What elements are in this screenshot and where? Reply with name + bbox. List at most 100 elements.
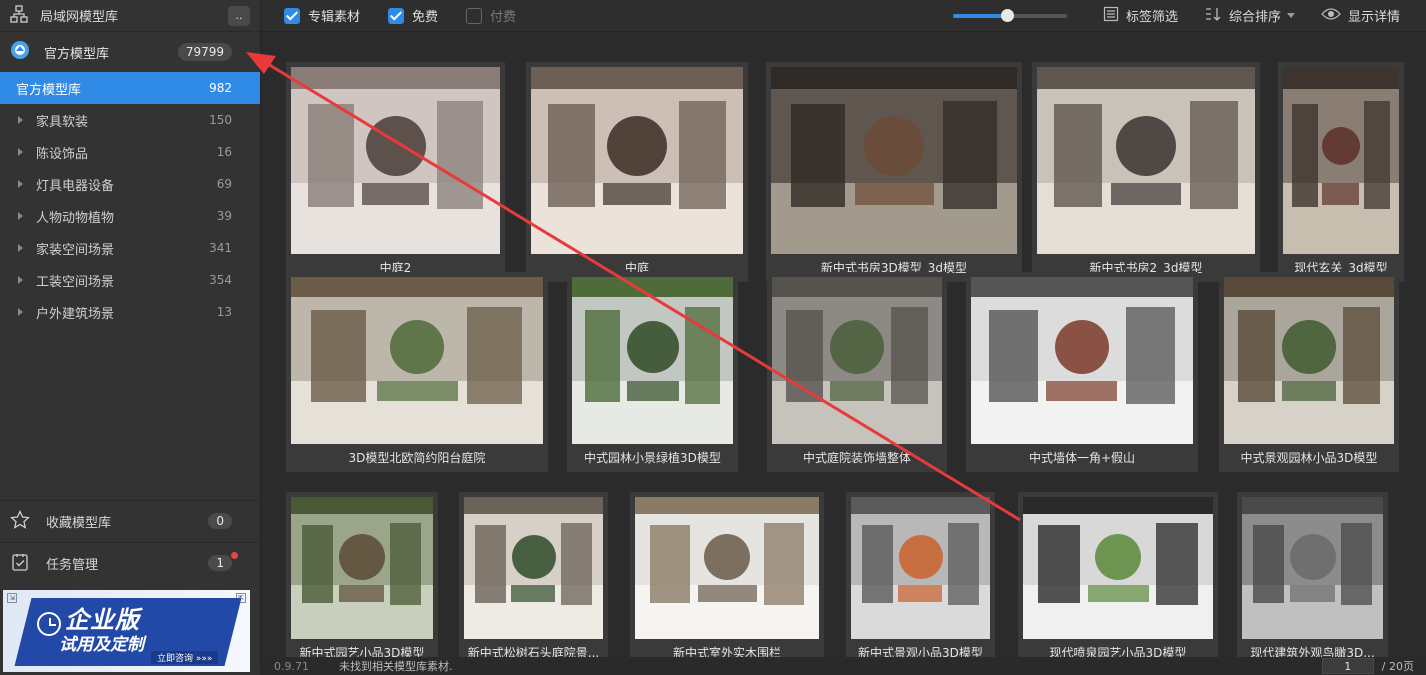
tree-item-label: 官方模型库 [16, 82, 82, 98]
model-card[interactable]: 中式墙体一角+假山 [966, 272, 1198, 472]
tree-item-furniture[interactable]: 家具软装 150 [0, 104, 260, 136]
model-card[interactable]: 3D模型北欧简约阳台庭院 [286, 272, 548, 472]
caret-right-icon[interactable] [18, 276, 23, 284]
tree-item-count: 354 [209, 273, 232, 287]
tree-item-home-scenes[interactable]: 家装空间场景 341 [0, 232, 260, 264]
model-card[interactable]: 中式景观园林小品3D模型 [1219, 272, 1399, 472]
model-thumbnail[interactable] [851, 497, 990, 639]
model-thumbnail[interactable] [464, 497, 603, 639]
tasks-badge: 1 [208, 552, 238, 571]
tree-item-lighting[interactable]: 灯具电器设备 69 [0, 168, 260, 200]
tasks-count: 1 [208, 555, 232, 571]
model-card[interactable]: 中式庭院装饰墙整体 [767, 272, 947, 472]
app-window: 局域网模型库 .. 官方模型库 79799 官方模型库 982 家具软装 150… [0, 0, 1426, 675]
tree-item-count: 982 [209, 81, 232, 95]
model-title: 新中式景观小品3D模型 [858, 646, 983, 657]
model-card[interactable]: 新中式书房3D模型_3d模型 [766, 62, 1022, 282]
checkbox-unchecked-icon[interactable] [466, 7, 483, 24]
caret-right-icon[interactable] [18, 116, 23, 124]
caret-right-icon[interactable] [18, 212, 23, 220]
tree-item-people-plants[interactable]: 人物动物植物 39 [0, 200, 260, 232]
model-title: 中式墙体一角+假山 [1028, 451, 1136, 465]
model-card[interactable]: 新中式景观小品3D模型 [846, 492, 995, 657]
sort-label: 综合排序 [1228, 10, 1281, 25]
model-title: 新中式园艺小品3D模型 [299, 646, 425, 657]
model-thumbnail[interactable] [771, 67, 1017, 254]
caret-right-icon[interactable] [18, 244, 23, 252]
model-thumbnail[interactable] [635, 497, 819, 639]
enterprise-promo-banner[interactable]: ⇲ ⇱ 企业版 试用及定制 立即咨询 »»» [3, 590, 250, 672]
status-message: 未找到相关模型库素材. [339, 660, 453, 673]
star-icon [9, 509, 31, 534]
tag-filter-label: 标签筛选 [1125, 10, 1178, 25]
filter-free[interactable]: 免费 [388, 6, 438, 25]
model-thumbnail[interactable] [572, 277, 733, 444]
model-thumbnail[interactable] [1037, 67, 1255, 254]
caret-right-icon[interactable] [18, 308, 23, 316]
model-thumbnail[interactable] [971, 277, 1193, 444]
checkbox-checked-icon[interactable] [388, 7, 405, 24]
lan-library-title: 局域网模型库 [40, 10, 119, 25]
tasks-row[interactable]: 任务管理 1 [0, 542, 260, 584]
lan-library-header[interactable]: 局域网模型库 .. [0, 0, 260, 32]
model-title: 3D模型北欧简约阳台庭院 [348, 451, 486, 465]
model-thumbnail[interactable] [291, 277, 543, 444]
caret-right-icon[interactable] [18, 180, 23, 188]
caret-right-icon[interactable] [18, 148, 23, 156]
model-card[interactable]: 新中式松树石头庭院景... [459, 492, 608, 657]
model-card[interactable]: 中庭 [526, 62, 748, 282]
tree-item-label: 家装空间场景 [36, 242, 115, 258]
list-filter-icon [1103, 6, 1119, 26]
model-card[interactable]: 新中式书房2_3d模型 [1032, 62, 1260, 282]
promo-consult-link[interactable]: 立即咨询 »»» [151, 651, 219, 664]
model-thumbnail[interactable] [291, 67, 500, 254]
show-details-button[interactable]: 显示详情 [1321, 6, 1400, 25]
slider-knob[interactable] [1000, 8, 1014, 22]
official-library-header[interactable]: 官方模型库 79799 [0, 32, 260, 72]
sort-dropdown[interactable]: 综合排序 [1204, 6, 1295, 26]
favorites-badge: 0 [208, 513, 232, 529]
lan-more-button[interactable]: .. [228, 5, 250, 26]
model-title: 现代建筑外观鸟瞰3D... [1250, 646, 1375, 657]
tree-item-outdoor-scenes[interactable]: 户外建筑场景 13 [0, 296, 260, 328]
model-thumbnail[interactable] [1023, 497, 1213, 639]
favorites-row[interactable]: 收藏模型库 0 [0, 500, 260, 542]
model-thumbnail[interactable] [291, 497, 433, 639]
checkbox-checked-icon[interactable] [284, 7, 300, 24]
model-thumbnail[interactable] [772, 277, 942, 444]
model-card[interactable]: 中式园林小景绿植3D模型 [567, 272, 738, 472]
page-input[interactable] [1321, 658, 1374, 674]
tag-filter-button[interactable]: 标签筛选 [1103, 6, 1178, 26]
eye-icon [1321, 7, 1341, 25]
model-thumbnail[interactable] [531, 67, 743, 254]
model-thumbnail[interactable] [1283, 67, 1399, 254]
pager: / 20页 [1321, 658, 1414, 674]
model-grid: 中庭2 中庭 新中式书房3D模型_3d模型 新中式书房2_3d模型 现代玄关_3… [262, 32, 1426, 657]
model-card[interactable]: 中庭2 [286, 62, 505, 282]
filter-label: 免费 [412, 10, 439, 25]
model-thumbnail[interactable] [1224, 277, 1394, 444]
tree-item-commercial-scenes[interactable]: 工装空间场景 354 [0, 264, 260, 296]
model-thumbnail[interactable] [1242, 497, 1383, 639]
tree-item-official[interactable]: 官方模型库 982 [0, 72, 260, 104]
model-card[interactable]: 新中式室外实木围栏 [630, 492, 824, 657]
official-library-title: 官方模型库 [44, 46, 110, 62]
thumbnail-size-slider[interactable] [952, 8, 1067, 22]
chevron-down-icon [1286, 13, 1295, 18]
model-card[interactable]: 现代喷泉园艺小品3D模型 [1018, 492, 1218, 657]
filter-album[interactable]: 专辑素材 [284, 6, 360, 25]
network-icon [10, 4, 28, 27]
tree-item-count: 39 [216, 209, 232, 223]
banner-collapse-icon[interactable]: ⇲ [7, 593, 17, 603]
version-label: 0.9.71 [274, 659, 309, 673]
model-card[interactable]: 现代建筑外观鸟瞰3D... [1237, 492, 1388, 657]
show-details-label: 显示详情 [1347, 10, 1400, 25]
model-card[interactable]: 新中式园艺小品3D模型 [286, 492, 438, 657]
filter-paid[interactable]: 付费 [466, 6, 516, 25]
model-card[interactable]: 现代玄关_3d模型 [1278, 62, 1404, 282]
tree-item-count: 13 [216, 305, 232, 319]
tree-item-label: 工装空间场景 [36, 274, 115, 290]
slider-fill [952, 13, 1007, 18]
tree-item-decor[interactable]: 陈设饰品 16 [0, 136, 260, 168]
favorites-label: 收藏模型库 [46, 516, 112, 531]
